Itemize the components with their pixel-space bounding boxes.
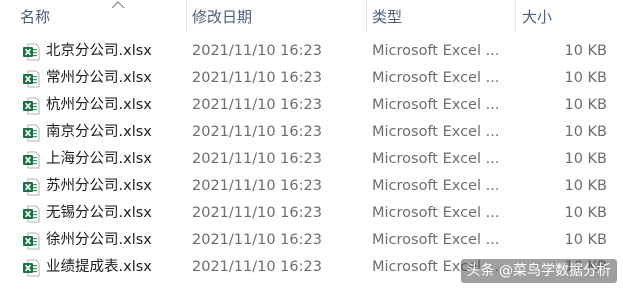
file-name: 苏州分公司.xlsx (46, 178, 152, 194)
file-row[interactable]: 上海分公司.xlsx 2021/11/10 16:23 Microsoft Ex… (0, 146, 623, 173)
file-type: Microsoft Excel ... (372, 232, 500, 248)
date-column-header[interactable]: 修改日期 (192, 0, 252, 32)
excel-file-icon (23, 178, 40, 196)
chevron-up-icon (111, 1, 125, 9)
file-modified-date: 2021/11/10 16:23 (192, 43, 322, 59)
watermark: 头条 @菜鸟学数据分析 (460, 259, 617, 283)
excel-file-icon (23, 97, 40, 115)
column-divider[interactable] (186, 0, 187, 32)
file-row[interactable]: 北京分公司.xlsx 2021/11/10 16:23 Microsoft Ex… (0, 38, 623, 65)
excel-file-icon (23, 43, 40, 61)
file-modified-date: 2021/11/10 16:23 (192, 259, 322, 275)
file-row[interactable]: 无锡分公司.xlsx 2021/11/10 16:23 Microsoft Ex… (0, 200, 623, 227)
file-modified-date: 2021/11/10 16:23 (192, 97, 322, 113)
excel-file-icon (23, 151, 40, 169)
column-divider[interactable] (515, 0, 516, 32)
file-list: 北京分公司.xlsx 2021/11/10 16:23 Microsoft Ex… (0, 38, 623, 281)
file-modified-date: 2021/11/10 16:23 (192, 124, 322, 140)
file-row[interactable]: 杭州分公司.xlsx 2021/11/10 16:23 Microsoft Ex… (0, 92, 623, 119)
file-modified-date: 2021/11/10 16:23 (192, 205, 322, 221)
file-size: 10 KB (564, 178, 607, 194)
type-column-label: 类型 (372, 8, 403, 26)
file-type: Microsoft Excel ... (372, 43, 500, 59)
file-size: 10 KB (564, 151, 607, 167)
file-name: 业绩提成表.xlsx (46, 259, 152, 275)
file-name: 徐州分公司.xlsx (46, 232, 152, 248)
file-type: Microsoft Excel ... (372, 70, 500, 86)
file-size: 10 KB (564, 232, 607, 248)
excel-file-icon (23, 259, 40, 277)
file-name: 无锡分公司.xlsx (46, 205, 152, 221)
column-header-bar: 名称 修改日期 类型 大小 (0, 0, 623, 32)
file-name: 南京分公司.xlsx (46, 124, 152, 140)
file-name: 北京分公司.xlsx (46, 43, 152, 59)
file-size: 10 KB (564, 124, 607, 140)
file-type: Microsoft Excel ... (372, 151, 500, 167)
file-row[interactable]: 常州分公司.xlsx 2021/11/10 16:23 Microsoft Ex… (0, 65, 623, 92)
file-row[interactable]: 徐州分公司.xlsx 2021/11/10 16:23 Microsoft Ex… (0, 227, 623, 254)
file-modified-date: 2021/11/10 16:23 (192, 151, 322, 167)
size-column-label: 大小 (522, 8, 553, 26)
file-name: 上海分公司.xlsx (46, 151, 152, 167)
file-modified-date: 2021/11/10 16:23 (192, 178, 322, 194)
file-row[interactable]: 南京分公司.xlsx 2021/11/10 16:23 Microsoft Ex… (0, 119, 623, 146)
file-type: Microsoft Excel ... (372, 124, 500, 140)
file-type: Microsoft Excel ... (372, 205, 500, 221)
file-size: 10 KB (564, 43, 607, 59)
file-type: Microsoft Excel ... (372, 178, 500, 194)
file-size: 10 KB (564, 205, 607, 221)
file-size: 10 KB (564, 97, 607, 113)
excel-file-icon (23, 124, 40, 142)
excel-file-icon (23, 232, 40, 250)
column-divider[interactable] (366, 0, 367, 32)
file-size: 10 KB (564, 70, 607, 86)
file-type: Microsoft Excel ... (372, 97, 500, 113)
file-modified-date: 2021/11/10 16:23 (192, 70, 322, 86)
file-name: 杭州分公司.xlsx (46, 97, 152, 113)
excel-file-icon (23, 205, 40, 223)
file-explorer: 名称 修改日期 类型 大小 北京分公司.xlsx 2021/11/10 16:2… (0, 0, 623, 291)
size-column-header[interactable]: 大小 (522, 0, 552, 32)
excel-file-icon (23, 70, 40, 88)
date-column-label: 修改日期 (192, 8, 253, 26)
type-column-header[interactable]: 类型 (372, 0, 402, 32)
name-column-label: 名称 (20, 8, 51, 26)
file-row[interactable]: 苏州分公司.xlsx 2021/11/10 16:23 Microsoft Ex… (0, 173, 623, 200)
file-name: 常州分公司.xlsx (46, 70, 152, 86)
file-modified-date: 2021/11/10 16:23 (192, 232, 322, 248)
name-column-header[interactable]: 名称 (20, 0, 125, 32)
